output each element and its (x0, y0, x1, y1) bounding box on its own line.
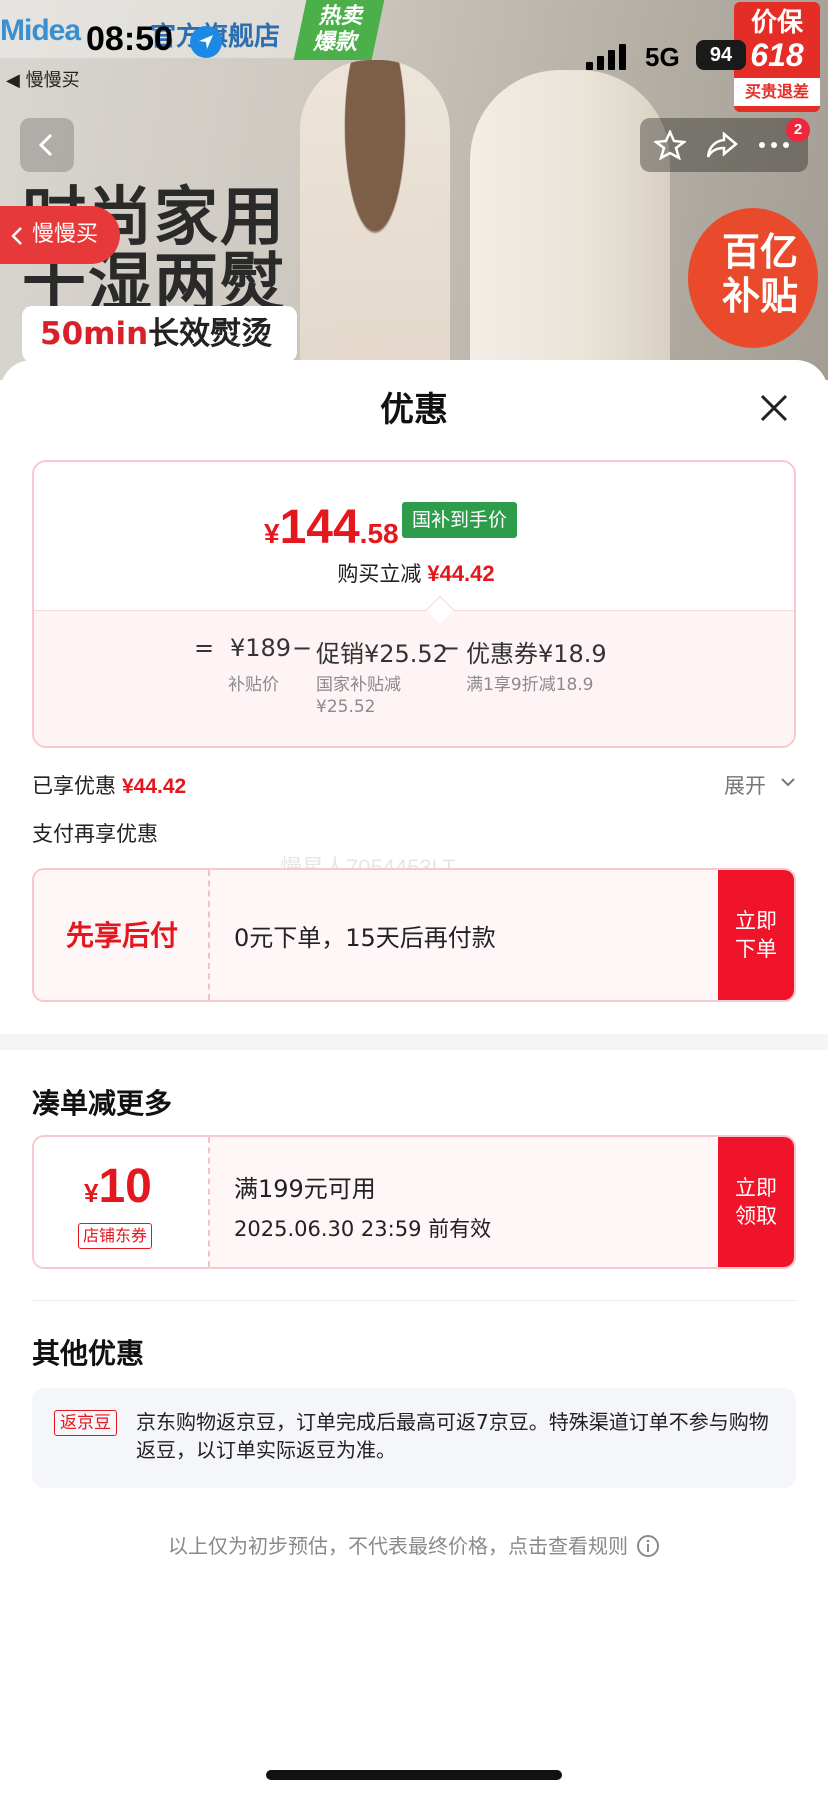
rebate-tag: 返京豆 (54, 1410, 117, 1436)
price-decimal: .58 (359, 518, 399, 549)
promo-line3: 买贵退差 (734, 78, 820, 106)
formula-minus-1: − (292, 634, 313, 662)
formula-promo-label: 国家补贴减 ¥25.52 (316, 675, 401, 717)
back-to-app-link[interactable]: ◀ 慢慢买 (6, 66, 80, 92)
coupon-amount: 10 (98, 1160, 152, 1213)
gov-subsidy-tag: 国补到手价 (402, 502, 518, 538)
slogan-pill-rest: 长效熨烫 (148, 316, 273, 352)
enjoyed-discount-row: 已享优惠 ¥44.42 (32, 770, 186, 800)
pay-later-card: 先享后付 0元下单，15天后再付款 立即下单 (32, 868, 796, 1002)
enjoyed-label: 已享优惠 (32, 774, 116, 798)
star-icon[interactable] (654, 130, 686, 160)
price-integer: 144 (279, 501, 360, 554)
pay-later-name-area: 先享后付 (34, 870, 210, 1000)
promo-line2: 618 (750, 37, 804, 73)
promo-line1: 价保 (750, 8, 803, 38)
slogan-pill: 50min长效熨烫 (22, 306, 297, 362)
divider (32, 1300, 796, 1301)
back-button[interactable] (20, 118, 74, 172)
network-type: 5G (645, 42, 680, 72)
coupon-value-area: ¥10 店铺东券 (34, 1137, 210, 1267)
more-section-title: 凑单减更多 (32, 1087, 173, 1120)
slow-buy-label: 慢慢买 (32, 222, 99, 247)
model-image (300, 60, 450, 380)
expand-label: 展开 (724, 774, 766, 798)
instant-cut-amount: ¥44.42 (427, 561, 495, 586)
share-icon[interactable] (706, 130, 738, 160)
more-icon[interactable] (758, 140, 790, 150)
subsidy-badge: 百亿补贴 (688, 208, 818, 348)
claim-coupon-button[interactable]: 立即领取 (718, 1137, 794, 1267)
enjoyed-amount: ¥44.42 (122, 775, 187, 798)
formula-base-value: ¥189 (230, 634, 292, 662)
close-icon[interactable] (756, 390, 792, 426)
store-coupon-card: ¥10 店铺东券 满199元可用 2025.06.30 23:59 前有效 立即… (32, 1135, 796, 1269)
notification-badge: 2 (786, 118, 810, 142)
signal-icon (586, 44, 626, 70)
claim-coupon-label: 立即领取 (735, 1176, 777, 1228)
coupon-condition: 满199元可用 (234, 1175, 376, 1203)
formula-minus-2: − (440, 634, 461, 662)
garment-image (470, 70, 670, 380)
expand-button[interactable]: 展开 (724, 770, 795, 800)
order-now-button[interactable]: 立即下单 (718, 870, 794, 1000)
coupon-currency: ¥ (84, 1178, 99, 1208)
pay-later-name: 先享后付 (65, 919, 178, 952)
instant-cut-row: 购买立减 ¥44.42 (34, 558, 794, 588)
disclaimer-text: 以上仅为初步预估，不代表最终价格，点击查看规则 (168, 1534, 628, 1558)
rules-link[interactable]: 以上仅为初步预估，不代表最终价格，点击查看规则 (0, 1530, 828, 1559)
price-breakdown-card: ¥144.58 国补到手价 购买立减 ¥44.42 = ¥189 − 促销¥25.… (32, 460, 796, 748)
formula-equals: = (194, 634, 215, 662)
coupon-type-tag: 店铺东券 (78, 1223, 153, 1249)
chevron-down-icon (781, 778, 795, 787)
brand-logo: Midea (0, 14, 81, 47)
coupon-expiry: 2025.06.30 23:59 前有效 (234, 1217, 492, 1241)
formula-coupon-label: 满1享9折减18.9 (466, 675, 594, 695)
pay-section-title: 支付再享优惠 (32, 822, 158, 846)
price-protect-badge: 价保 618 买贵退差 (734, 2, 820, 112)
location-arrow-icon (190, 26, 222, 58)
jingdou-rebate-card: 返京豆 京东购物返京豆，订单完成后最高可返7京豆。特殊渠道订单不参与购物返豆，以… (32, 1388, 796, 1488)
hot-sale-tag: 热卖爆款 (293, 0, 385, 60)
chevron-left-icon (38, 133, 53, 157)
nav-actions (640, 118, 808, 172)
final-price: ¥144.58 (264, 500, 399, 555)
formula-coupon-value: 优惠券¥18.9 (466, 640, 607, 668)
formula-base-label: 补贴价 (228, 675, 279, 695)
info-icon (637, 1535, 659, 1557)
order-now-label: 立即下单 (735, 909, 777, 961)
pay-later-desc: 0元下单，15天后再付款 (234, 924, 496, 952)
slow-buy-button[interactable]: 慢慢买 (0, 206, 120, 264)
rebate-text: 京东购物返京豆，订单完成后最高可返7京豆。特殊渠道订单不参与购物返豆，以订单实际… (136, 1410, 769, 1462)
chevron-left-icon (11, 227, 22, 245)
other-section-title: 其他优惠 (32, 1337, 145, 1370)
battery-indicator: 94 (696, 40, 746, 70)
instant-cut-label: 购买立减 (337, 562, 422, 586)
status-time: 08:50 (86, 20, 173, 58)
discount-sheet: 优惠 ¥144.58 国补到手价 购买立减 ¥44.42 = ¥189 − 促销¥… (0, 360, 828, 1795)
coupon-value: ¥10 (84, 1159, 152, 1214)
formula-promo-value: 促销¥25.52 (316, 640, 448, 668)
price-currency: ¥ (264, 518, 280, 549)
slogan-pill-highlight: 50min (40, 316, 149, 352)
section-gap (0, 1034, 828, 1050)
home-indicator[interactable] (266, 1770, 562, 1780)
sheet-title: 优惠 (380, 390, 448, 430)
